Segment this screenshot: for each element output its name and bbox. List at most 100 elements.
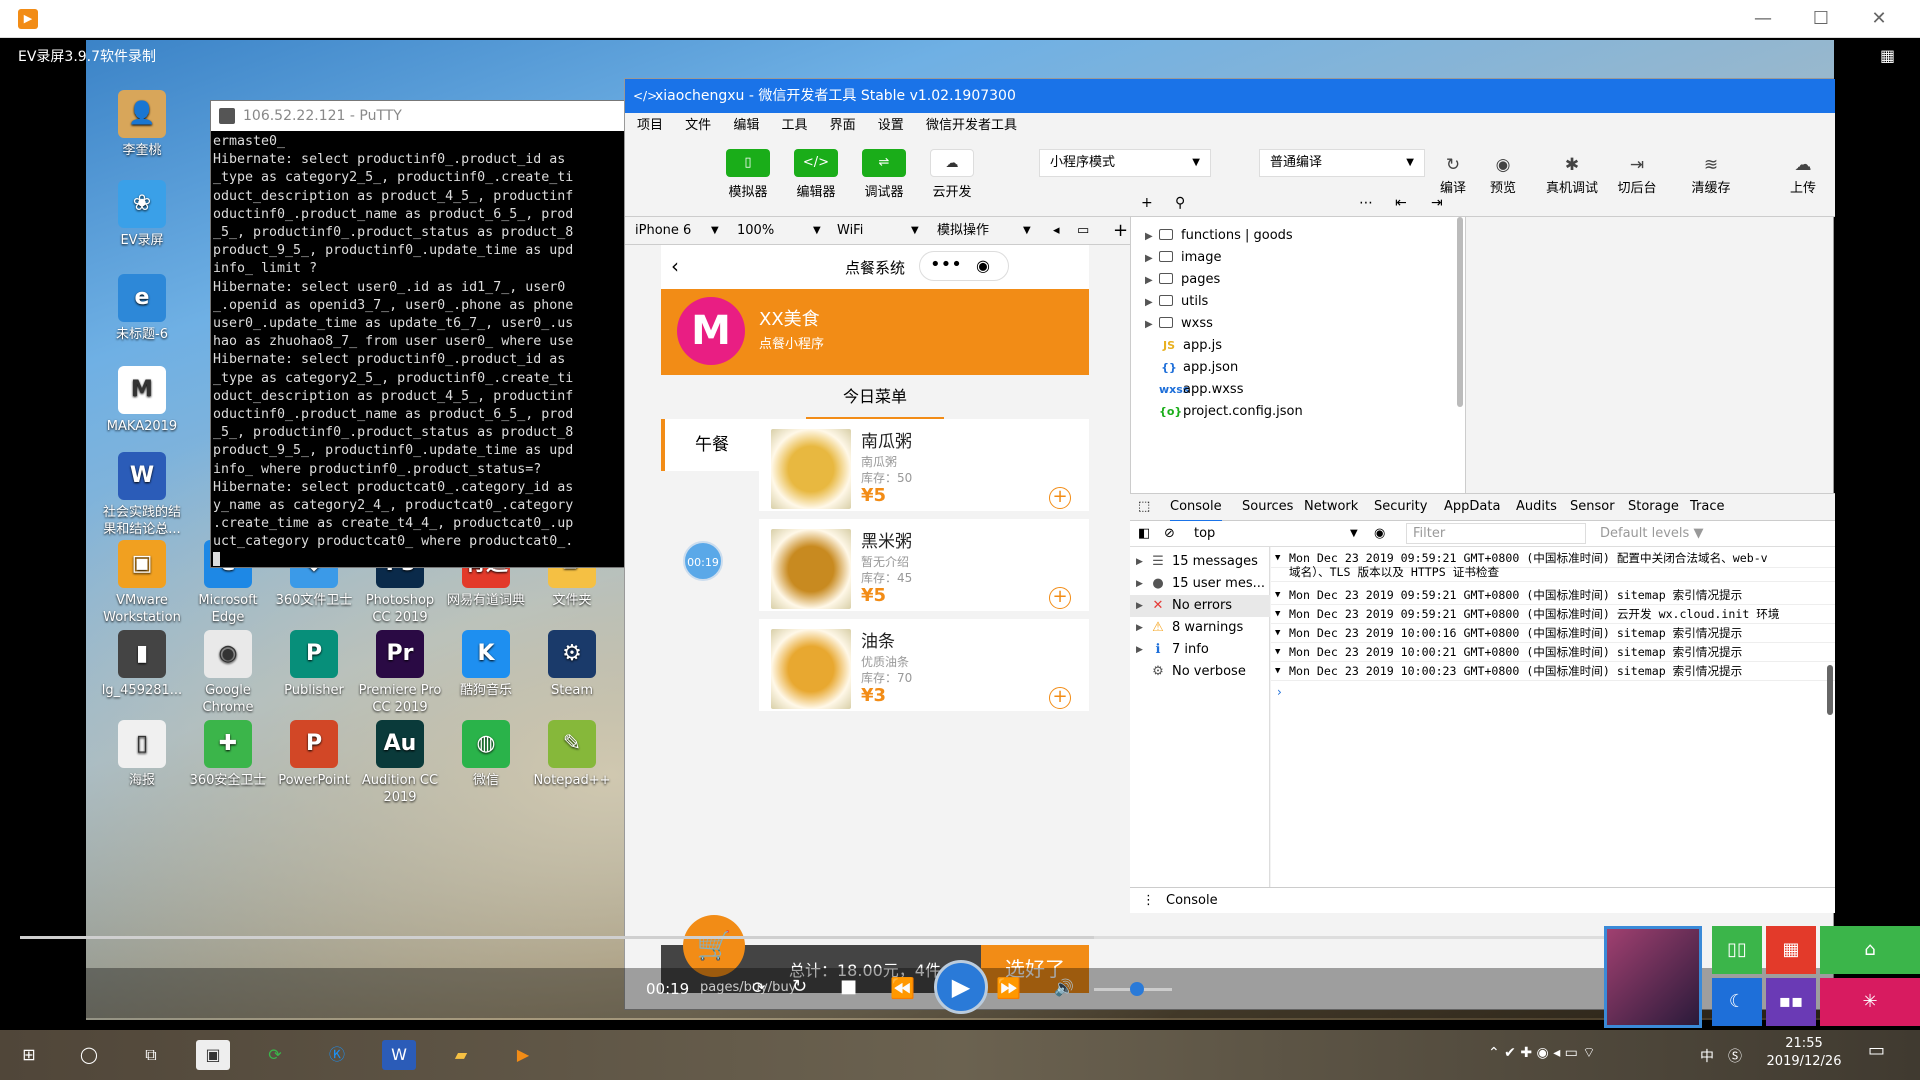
folder-icon[interactable]: ▰ [444, 1040, 478, 1070]
network-select[interactable]: WiFi [837, 217, 863, 245]
tree-item[interactable]: ▶ pages [1145, 269, 1220, 291]
desktop-icon[interactable]: Pr Premiere Pro CC 2019 [356, 630, 444, 716]
desktop-icon[interactable]: K 酷狗音乐 [442, 630, 530, 699]
word-icon[interactable]: W [382, 1040, 416, 1070]
drawer-label[interactable]: Console [1166, 888, 1218, 914]
real-debug-button[interactable]: ✱ 真机调试 [1537, 153, 1607, 196]
capsule-button[interactable]: ••• ◉ [919, 251, 1009, 281]
desktop-icon[interactable]: ⚙ Steam [528, 630, 616, 699]
tray-icons[interactable]: ⌃ ✔ ✚ ◉ ◂ ▭ ⌔ [1488, 1044, 1596, 1062]
add-icon[interactable]: + [1141, 189, 1153, 217]
play-button[interactable]: ▶ [934, 960, 988, 1014]
more-icon[interactable]: ••• [930, 254, 962, 275]
avatar[interactable] [635, 153, 669, 187]
desktop-icon[interactable]: ◍ 微信 [442, 720, 530, 789]
menu-project[interactable]: 项目 [637, 118, 663, 133]
add-to-cart-button[interactable]: + [1049, 687, 1071, 709]
desktop-icon[interactable]: P Publisher [270, 630, 358, 699]
tab-trace[interactable]: Trace [1690, 494, 1725, 520]
stop-icon[interactable]: ■ [840, 976, 857, 997]
menu-edit[interactable]: 编辑 [733, 118, 759, 133]
tree-item[interactable]: {o}project.config.json [1145, 401, 1303, 423]
desktop-icon[interactable]: ✚ 360安全卫士 [184, 720, 272, 789]
levels-select[interactable]: Default levels ▼ [1600, 521, 1703, 547]
clock-date[interactable]: 2019/12/26 [1764, 1054, 1844, 1069]
quick-tile[interactable]: ▦ [1766, 926, 1816, 974]
mute-icon[interactable]: ◂ [1053, 217, 1060, 245]
input-icon[interactable]: Ⓢ [1728, 1046, 1742, 1066]
record-icon[interactable]: ◉ [976, 256, 990, 275]
preview-button[interactable]: ◉ 预览 [1475, 153, 1531, 196]
desktop-icon[interactable]: M MAKA2019 [98, 366, 186, 435]
console-filter-item[interactable]: ⚙ No verbose [1130, 661, 1270, 683]
upload-button[interactable]: ☁ 上传 [1775, 153, 1831, 196]
menu-file[interactable]: 文件 [685, 118, 711, 133]
zoom-select[interactable]: 100% [737, 217, 774, 245]
desktop-icon[interactable]: ✎ Notepad++ [528, 720, 616, 789]
more-icon[interactable]: ⋯ [1359, 189, 1373, 217]
compile-select[interactable]: 普通编译 ▼ [1259, 149, 1425, 177]
tab-appdata[interactable]: AppData [1444, 494, 1500, 520]
tab-storage[interactable]: Storage [1628, 494, 1679, 520]
maximize-button[interactable]: ☐ [1792, 0, 1850, 38]
ev-recorder-icon[interactable]: ▶ [506, 1040, 540, 1070]
operation-select[interactable]: 模拟操作 [937, 217, 989, 245]
tab-sensor[interactable]: Sensor [1570, 494, 1615, 520]
window-icon[interactable]: ▭ [1077, 217, 1089, 245]
desktop-icon[interactable]: Au Audition CC 2019 [356, 720, 444, 806]
tree-item[interactable]: JS app.js [1145, 335, 1222, 357]
console-filter-item[interactable]: ▶ ✕ No errors [1130, 595, 1270, 617]
volume-handle[interactable] [1130, 982, 1144, 996]
clear-icon[interactable]: ⊘ [1164, 521, 1175, 547]
360-icon[interactable]: ⟳ [258, 1040, 292, 1070]
console-filter-item[interactable]: ▶ ⚠ 8 warnings [1130, 617, 1270, 639]
tree-item[interactable]: ▶ utils [1145, 291, 1208, 313]
desktop-icon[interactable]: e 未标题-6 [98, 274, 186, 343]
tab-console[interactable]: Console [1170, 494, 1222, 522]
context-select[interactable]: top [1194, 521, 1215, 547]
inspect-icon[interactable]: ⬚ [1138, 494, 1150, 520]
putty-terminal[interactable]: ermaste0_ Hibernate: select productinf0_.… [211, 133, 624, 567]
desktop-icon[interactable]: ❀ EV录屏 [98, 180, 186, 249]
rewind-icon[interactable]: ⏪ [890, 976, 915, 1000]
task-view-icon[interactable]: ⧉ [134, 1040, 168, 1070]
desktop-icon[interactable]: ▣ VMware Workstation [98, 540, 186, 626]
tab-sources[interactable]: Sources [1242, 494, 1293, 520]
close-button[interactable]: ✕ [1850, 0, 1908, 38]
console-filter-item[interactable]: ▶ ☰ 15 messages [1130, 551, 1270, 573]
editor-button[interactable]: </> 编辑器 [785, 149, 847, 200]
kugou-icon[interactable]: Ⓚ [320, 1040, 354, 1070]
collapse-icon[interactable]: ⇤ [1395, 189, 1407, 217]
search-icon[interactable]: ◯ [72, 1040, 106, 1070]
back-icon[interactable]: ‹ [671, 254, 679, 278]
minimize-button[interactable]: — [1734, 0, 1792, 38]
menu-tab[interactable]: 今日菜单 [661, 375, 1089, 419]
add-to-cart-button[interactable]: + [1049, 487, 1071, 509]
console-scrollbar[interactable] [1827, 665, 1833, 715]
quick-tile[interactable]: ☾ [1712, 978, 1762, 1026]
menu-tools[interactable]: 工具 [781, 118, 807, 133]
mode-select[interactable]: 小程序模式 ▼ [1039, 149, 1211, 177]
volume-icon[interactable]: 🔊 [1054, 978, 1074, 997]
add-to-cart-button[interactable]: + [1049, 587, 1071, 609]
quick-tile[interactable]: ⌂ [1820, 926, 1920, 974]
quick-tile[interactable]: ✳ [1820, 978, 1920, 1026]
kebab-icon[interactable]: ⋮ [1142, 888, 1155, 914]
device-select[interactable]: iPhone 6 [635, 217, 691, 245]
debugger-button[interactable]: ⇌ 调试器 [853, 149, 915, 200]
clear-cache-button[interactable]: ≋ 清缓存 [1683, 153, 1739, 196]
tab-audits[interactable]: Audits [1516, 494, 1557, 520]
tab-security[interactable]: Security [1374, 494, 1427, 520]
playback-progress[interactable] [20, 936, 1680, 939]
background-button[interactable]: ⇥ 切后台 [1609, 153, 1665, 196]
search-icon[interactable]: ⚲ [1175, 189, 1185, 217]
notification-icon[interactable]: ▭ [1868, 1040, 1885, 1061]
eye-icon[interactable]: ◉ [1374, 521, 1385, 547]
desktop-icon[interactable]: 👤 李奎桃 [98, 90, 186, 159]
sidebar-toggle-icon[interactable]: ◧ [1138, 521, 1150, 547]
tree-item[interactable]: wxssapp.wxss [1145, 379, 1243, 401]
menu-view[interactable]: 界面 [830, 118, 856, 133]
replay-icon[interactable]: ↻ [792, 976, 807, 997]
add-icon[interactable]: + [1113, 217, 1128, 245]
simulator-button[interactable]: ▯ 模拟器 [717, 149, 779, 200]
